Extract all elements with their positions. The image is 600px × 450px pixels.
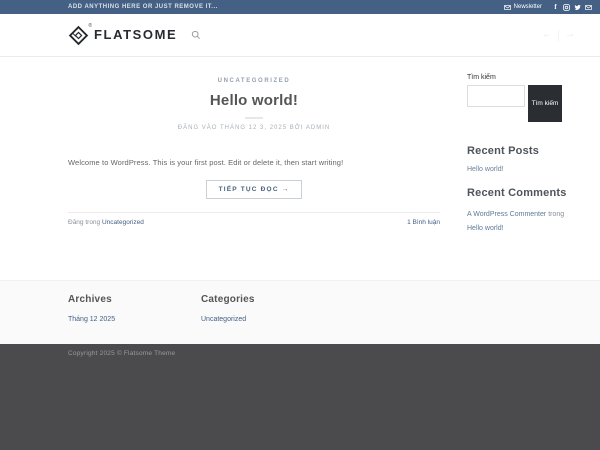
envelope-icon [504, 5, 511, 10]
read-more-button[interactable]: TIẾP TỤC ĐỌC → [206, 180, 303, 199]
search-input[interactable] [467, 85, 525, 107]
post-footer: Đăng trong Uncategorized 1 Bình luận [68, 212, 440, 226]
copyright-text: Copyright 2025 © Flatsome Theme [68, 350, 600, 357]
post-header: UNCATEGORIZED Hello world! ĐĂNG VÀO THÁN… [68, 67, 440, 131]
post-category-link[interactable]: UNCATEGORIZED [218, 78, 291, 84]
comment-connector: trong [548, 211, 564, 218]
recent-post-link[interactable]: Hello world! [467, 166, 575, 173]
categories-link[interactable]: Uncategorized [201, 316, 334, 323]
header-post-nav: ← → [542, 30, 575, 41]
post-excerpt: Welcome to WordPress. This is your first… [68, 158, 440, 167]
comment-author-link[interactable]: A WordPress Commenter [467, 211, 546, 218]
archives-link[interactable]: Tháng 12 2025 [68, 316, 201, 323]
next-post-arrow-icon[interactable]: → [565, 30, 575, 40]
search-form: Tìm kiếm [467, 85, 575, 122]
search-icon[interactable] [191, 30, 201, 40]
footer-widgets: Archives Tháng 12 2025 Categories Uncate… [0, 280, 600, 344]
recent-posts-title: Recent Posts [467, 145, 575, 157]
post-article: UNCATEGORIZED Hello world! ĐĂNG VÀO THÁN… [68, 67, 440, 280]
comment-post-link[interactable]: Hello world! [467, 225, 504, 232]
site-header: ® FLATSOME ← → [0, 14, 600, 57]
search-submit-button[interactable]: Tìm kiếm [528, 85, 562, 122]
top-bar: ADD ANYTHING HERE OR JUST REMOVE IT... N… [0, 0, 600, 14]
post-title[interactable]: Hello world! [68, 92, 440, 109]
posted-in: Đăng trong Uncategorized [68, 219, 144, 226]
nav-divider [558, 30, 559, 41]
site-logo[interactable]: ® FLATSOME [68, 24, 177, 46]
newsletter-link[interactable]: Newsletter [504, 4, 542, 10]
social-icons-group: f [552, 4, 592, 11]
readmore-wrap: TIẾP TỤC ĐỌC → [68, 178, 440, 199]
registered-mark: ® [88, 23, 92, 29]
instagram-icon[interactable] [563, 4, 570, 11]
topbar-message: ADD ANYTHING HERE OR JUST REMOVE IT... [68, 4, 218, 10]
posted-in-category-link[interactable]: Uncategorized [102, 219, 144, 226]
footer-categories-widget: Categories Uncategorized [201, 294, 334, 344]
footer-archives-widget: Archives Tháng 12 2025 [68, 294, 201, 344]
newsletter-label: Newsletter [514, 4, 542, 10]
twitter-icon[interactable] [574, 4, 581, 11]
comments-link[interactable]: 1 Bình luận [407, 219, 440, 226]
flatsome-diamond-icon: ® [68, 25, 89, 46]
title-divider [245, 117, 263, 119]
sidebar: Tìm kiếm Tìm kiếm Recent Posts Hello wor… [467, 67, 575, 280]
recent-comments-title: Recent Comments [467, 187, 575, 199]
categories-title: Categories [201, 294, 334, 305]
email-icon[interactable] [585, 4, 592, 11]
search-label: Tìm kiếm [467, 74, 575, 81]
prev-post-arrow-icon[interactable]: ← [542, 30, 552, 40]
posted-in-prefix: Đăng trong [68, 219, 100, 226]
main-content: UNCATEGORIZED Hello world! ĐĂNG VÀO THÁN… [0, 57, 600, 280]
logo-text: FLATSOME [94, 24, 177, 45]
topbar-right-group: Newsletter f [504, 4, 592, 11]
recent-comment-item: A WordPress Commenter trong Hello world! [467, 208, 575, 235]
facebook-icon[interactable]: f [552, 4, 559, 11]
archives-title: Archives [68, 294, 201, 305]
footer-dark-bar: Copyright 2025 © Flatsome Theme [0, 344, 600, 450]
post-meta: ĐĂNG VÀO THÁNG 12 3, 2025 BỞI ADMIN [68, 125, 440, 131]
